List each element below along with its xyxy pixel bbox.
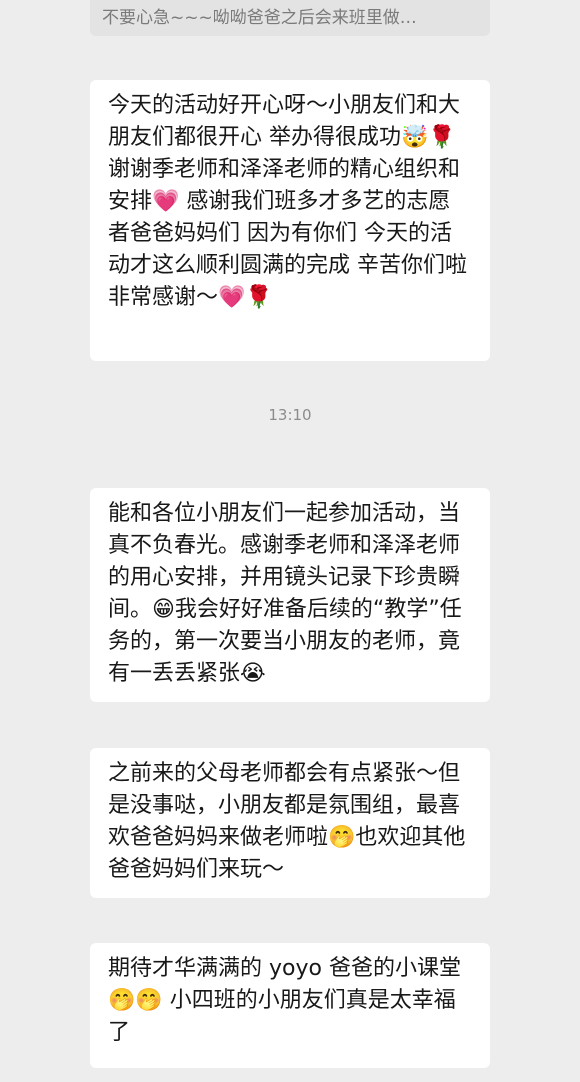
chat-bubble-2[interactable]: 能和各位小朋友们一起参加活动，当真不负春光。感谢季老师和泽泽老师的用心安排，并用… <box>90 488 490 702</box>
chat-bubble-4[interactable]: 期待才华满满的 yoyo 爸爸的小课堂🤭🤭 小四班的小朋友们真是太幸福了 <box>90 943 490 1068</box>
quoted-message-bar[interactable]: 不要心急~~~呦呦爸爸之后会来班里做… <box>90 0 490 36</box>
quoted-message-text: 不要心急~~~呦呦爸爸之后会来班里做… <box>102 8 417 28</box>
chat-bubble-3[interactable]: 之前来的父母老师都会有点紧张～但是没事哒，小朋友都是氛围组，最喜欢爸爸妈妈来做老… <box>90 748 490 898</box>
message-text: 今天的活动好开心呀～小朋友们和大朋友们都很开心 举办得很成功🤯🌹谢谢季老师和泽泽… <box>108 93 467 310</box>
chat-bubble-1[interactable]: 今天的活动好开心呀～小朋友们和大朋友们都很开心 举办得很成功🤯🌹谢谢季老师和泽泽… <box>90 80 490 361</box>
message-text: 能和各位小朋友们一起参加活动，当真不负春光。感谢季老师和泽泽老师的用心安排，并用… <box>108 501 462 686</box>
timestamp: 13:10 <box>268 406 312 424</box>
message-text: 期待才华满满的 yoyo 爸爸的小课堂🤭🤭 小四班的小朋友们真是太幸福了 <box>108 956 461 1045</box>
message-text: 之前来的父母老师都会有点紧张～但是没事哒，小朋友都是氛围组，最喜欢爸爸妈妈来做老… <box>108 761 466 882</box>
